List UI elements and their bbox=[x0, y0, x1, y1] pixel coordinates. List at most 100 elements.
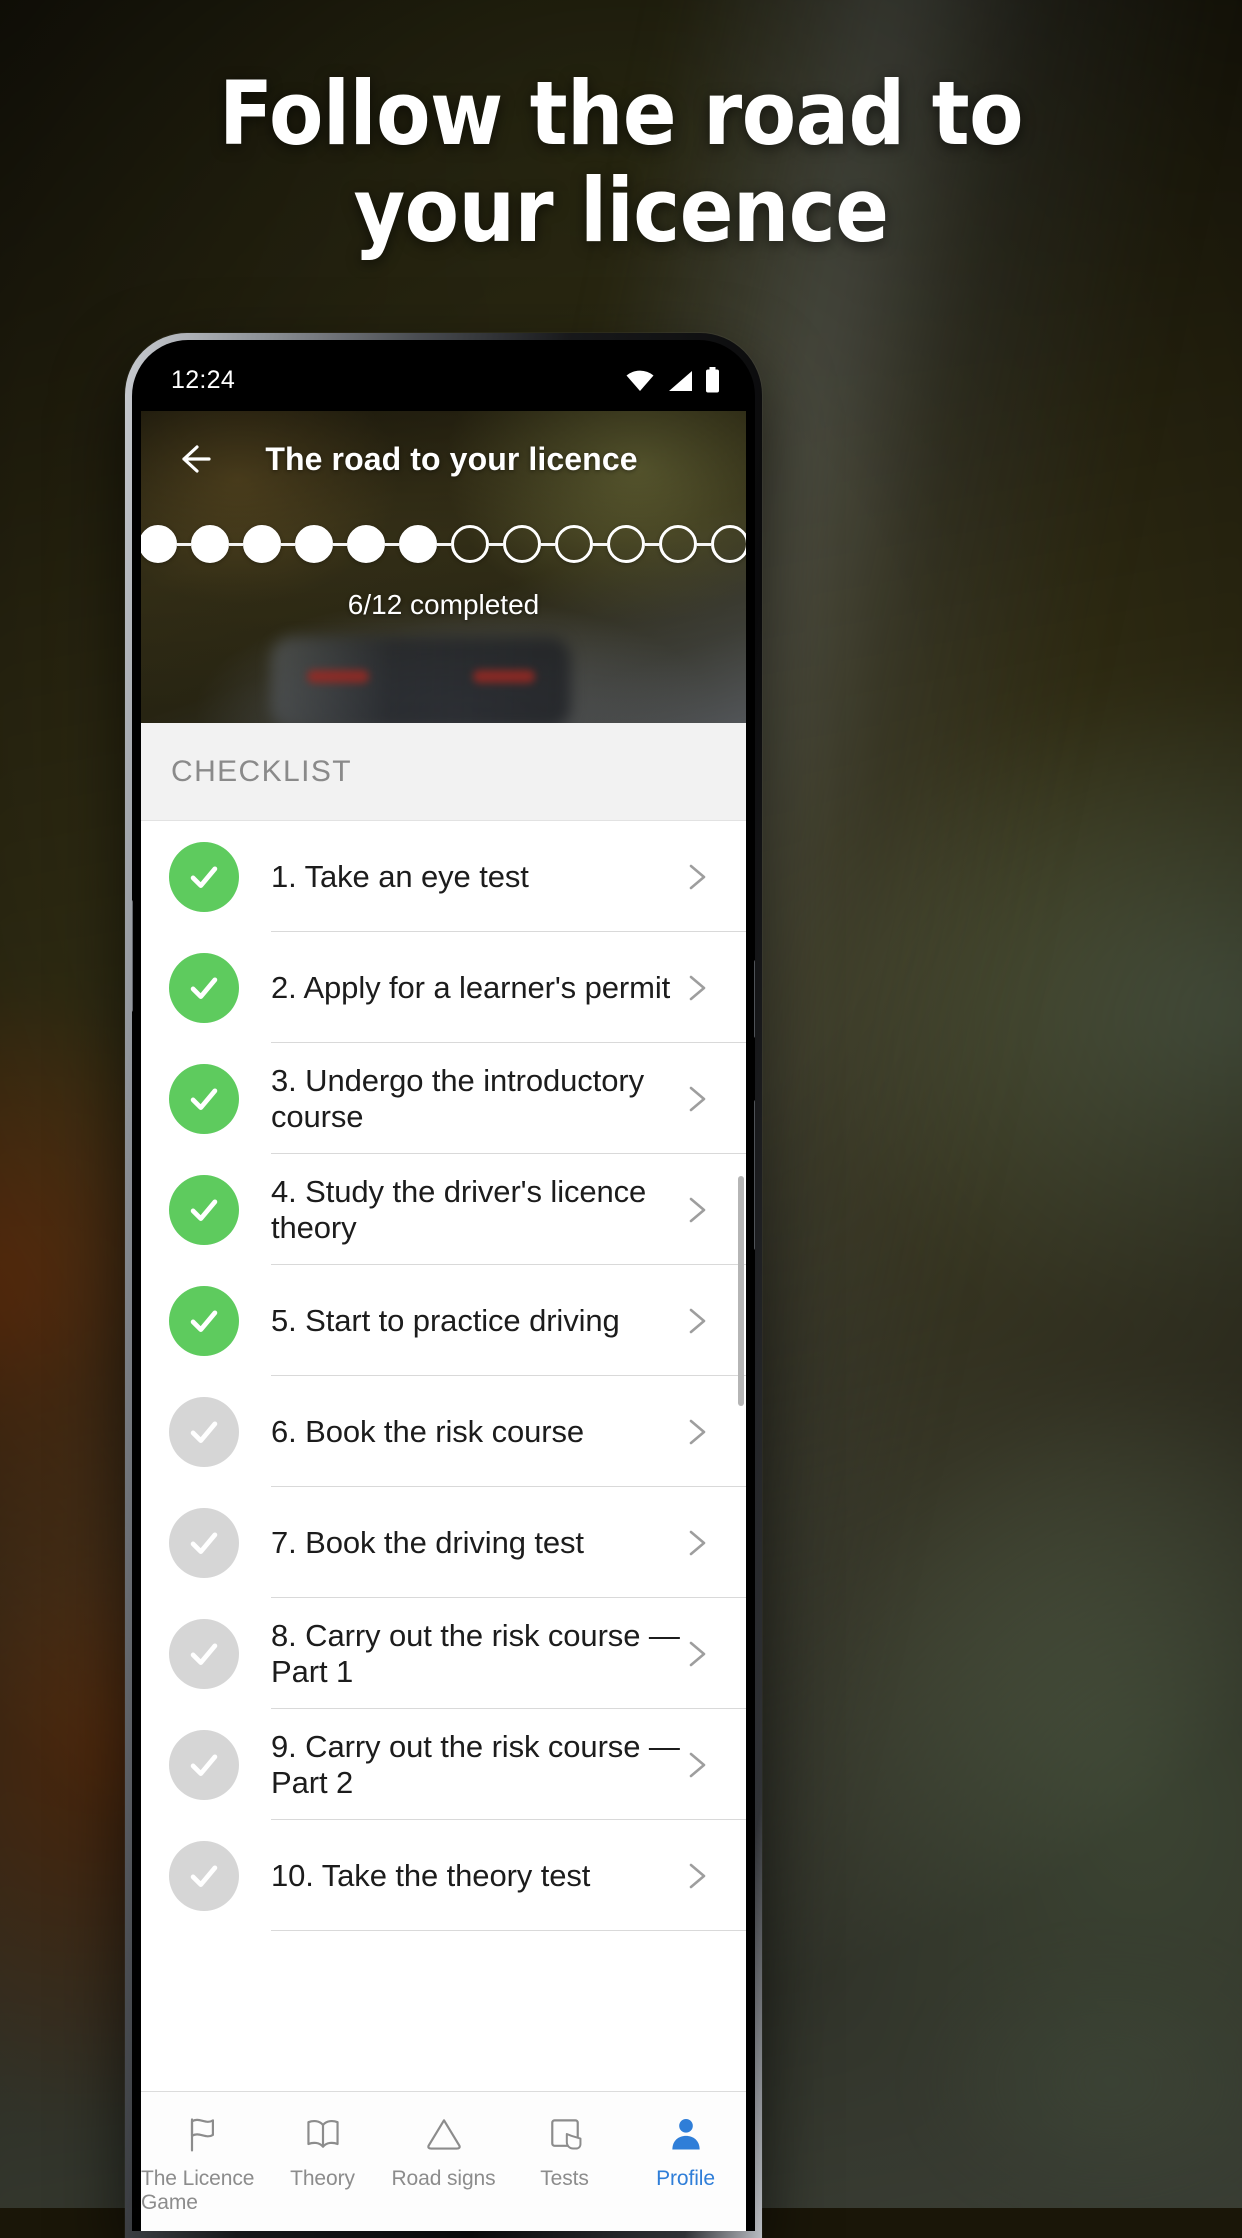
progress-connector bbox=[176, 542, 191, 546]
checklist-row[interactable]: 1. Take an eye test bbox=[141, 821, 746, 932]
check-complete-icon bbox=[169, 841, 239, 912]
chevron-right-icon bbox=[689, 1308, 706, 1333]
section-header: CHECKLIST bbox=[141, 723, 746, 821]
check-incomplete-icon bbox=[169, 1840, 239, 1911]
chevron-right-icon bbox=[689, 1086, 706, 1111]
scrollbar-thumb[interactable] bbox=[738, 1176, 744, 1406]
status-bar: 12:24 bbox=[141, 349, 746, 411]
status-bar-time: 12:24 bbox=[171, 365, 236, 394]
checklist-row[interactable]: 10. Take the theory test bbox=[141, 1820, 746, 1931]
checklist-row-label: 9. Carry out the risk course — Part 2 bbox=[271, 1728, 680, 1800]
nav-tab-label: Theory bbox=[290, 2167, 355, 2190]
nav-tab-the-licence-game[interactable]: The Licence Game bbox=[141, 2114, 262, 2215]
checklist-area: CHECKLIST 1. Take an eye test 2. Apply fo… bbox=[141, 723, 746, 2231]
progress-dot-2[interactable] bbox=[190, 525, 229, 563]
progress-dot-9[interactable] bbox=[554, 525, 593, 563]
checklist-row-label: 4. Study the driver's licence theory bbox=[271, 1173, 647, 1245]
row-divider bbox=[271, 1930, 746, 1931]
checklist-rows: 1. Take an eye test 2. Apply for a learne… bbox=[141, 821, 746, 2091]
phone-screen: 12:24 The road to your licence 6/12 comp… bbox=[141, 349, 746, 2231]
flag-icon bbox=[180, 2114, 224, 2154]
checklist-row-label: 10. Take the theory test bbox=[271, 1857, 591, 1893]
status-bar-icons bbox=[625, 367, 720, 393]
progress-connector bbox=[488, 542, 503, 546]
progress-dot-1[interactable] bbox=[141, 525, 177, 563]
app-bar: The road to your licence bbox=[141, 411, 746, 507]
progress-connector bbox=[332, 542, 347, 546]
nav-tab-label: Tests bbox=[540, 2167, 589, 2190]
checklist-row[interactable]: 3. Undergo the introductory course bbox=[141, 1043, 746, 1154]
wifi-icon bbox=[626, 370, 654, 391]
progress-dot-6[interactable] bbox=[398, 525, 437, 563]
person-icon bbox=[664, 2114, 708, 2154]
triangle-icon bbox=[422, 2114, 466, 2154]
checklist-row-label: 6. Book the risk course bbox=[271, 1413, 585, 1449]
checklist-row[interactable]: 9. Carry out the risk course — Part 2 bbox=[141, 1709, 746, 1820]
check-incomplete-icon bbox=[169, 1618, 239, 1689]
progress-dot-12[interactable] bbox=[710, 525, 746, 563]
progress-section: 6/12 completed bbox=[141, 525, 746, 621]
progress-dot-5[interactable] bbox=[346, 525, 385, 563]
checklist-row[interactable]: 8. Carry out the risk course — Part 1 bbox=[141, 1598, 746, 1709]
nav-tab-tests[interactable]: Tests bbox=[504, 2114, 625, 2191]
check-complete-icon bbox=[169, 1063, 239, 1134]
progress-dot-3[interactable] bbox=[242, 525, 281, 563]
progress-connector bbox=[592, 542, 607, 546]
check-complete-icon bbox=[169, 952, 239, 1023]
nav-tab-profile[interactable]: Profile bbox=[625, 2114, 746, 2191]
progress-dots bbox=[141, 525, 746, 563]
progress-connector bbox=[228, 542, 243, 546]
chevron-right-icon bbox=[689, 1197, 706, 1222]
tap-card-icon bbox=[543, 2114, 587, 2154]
progress-completed-label: 6/12 completed bbox=[347, 589, 540, 620]
phone-bezel: 12:24 The road to your licence 6/12 comp… bbox=[132, 340, 755, 2231]
phone-mockup: 12:24 The road to your licence 6/12 comp… bbox=[125, 333, 762, 2238]
progress-connector bbox=[384, 542, 399, 546]
chevron-right-icon bbox=[689, 1752, 706, 1777]
signal-icon bbox=[669, 371, 692, 391]
nav-tab-label: Profile bbox=[656, 2167, 715, 2190]
nav-tab-theory[interactable]: Theory bbox=[262, 2114, 383, 2191]
book-icon bbox=[301, 2114, 345, 2154]
checklist-row[interactable]: 2. Apply for a learner's permit bbox=[141, 932, 746, 1043]
progress-connector bbox=[540, 542, 555, 546]
hero-taillight-right bbox=[473, 670, 535, 683]
check-incomplete-icon bbox=[169, 1507, 239, 1578]
check-incomplete-icon bbox=[169, 1729, 239, 1800]
chevron-right-icon bbox=[689, 1641, 706, 1666]
chevron-right-icon bbox=[689, 864, 706, 889]
app-hero-header: The road to your licence 6/12 completed bbox=[141, 411, 746, 723]
progress-connector bbox=[436, 542, 451, 546]
volume-button bbox=[132, 900, 133, 1012]
check-incomplete-icon bbox=[169, 1396, 239, 1467]
checklist-row[interactable]: 4. Study the driver's licence theory bbox=[141, 1154, 746, 1265]
power-button bbox=[754, 960, 755, 1038]
chevron-right-icon bbox=[689, 1419, 706, 1444]
check-complete-icon bbox=[169, 1285, 239, 1356]
promo-headline: Follow the road to your licence bbox=[0, 62, 1242, 262]
checklist-row-label: 7. Book the driving test bbox=[271, 1524, 584, 1560]
checklist-row-label: 8. Carry out the risk course — Part 1 bbox=[271, 1617, 680, 1689]
chevron-right-icon bbox=[689, 1863, 706, 1888]
check-complete-icon bbox=[169, 1174, 239, 1245]
checklist-row[interactable]: 6. Book the risk course bbox=[141, 1376, 746, 1487]
progress-dot-7[interactable] bbox=[450, 525, 489, 563]
chevron-right-icon bbox=[689, 975, 706, 1000]
bottom-navigation: The Licence Game Theory Road signs Tests Pro… bbox=[141, 2091, 746, 2231]
progress-dot-8[interactable] bbox=[502, 525, 541, 563]
side-button bbox=[754, 1100, 755, 1250]
progress-dot-10[interactable] bbox=[606, 525, 645, 563]
checklist-row-label: 3. Undergo the introductory course bbox=[271, 1062, 644, 1134]
promo-headline-line2: your licence bbox=[353, 158, 889, 262]
progress-connector bbox=[280, 542, 295, 546]
checklist-row[interactable]: 5. Start to practice driving bbox=[141, 1265, 746, 1376]
progress-dot-11[interactable] bbox=[658, 525, 697, 563]
nav-tab-road-signs[interactable]: Road signs bbox=[383, 2114, 504, 2191]
back-arrow-icon[interactable] bbox=[169, 435, 217, 483]
page-title: The road to your licence bbox=[265, 440, 638, 477]
promo-headline-line1: Follow the road to bbox=[218, 62, 1024, 165]
hero-car-photo bbox=[271, 637, 571, 723]
progress-connector bbox=[644, 542, 659, 546]
checklist-row[interactable]: 7. Book the driving test bbox=[141, 1487, 746, 1598]
progress-dot-4[interactable] bbox=[294, 525, 333, 563]
